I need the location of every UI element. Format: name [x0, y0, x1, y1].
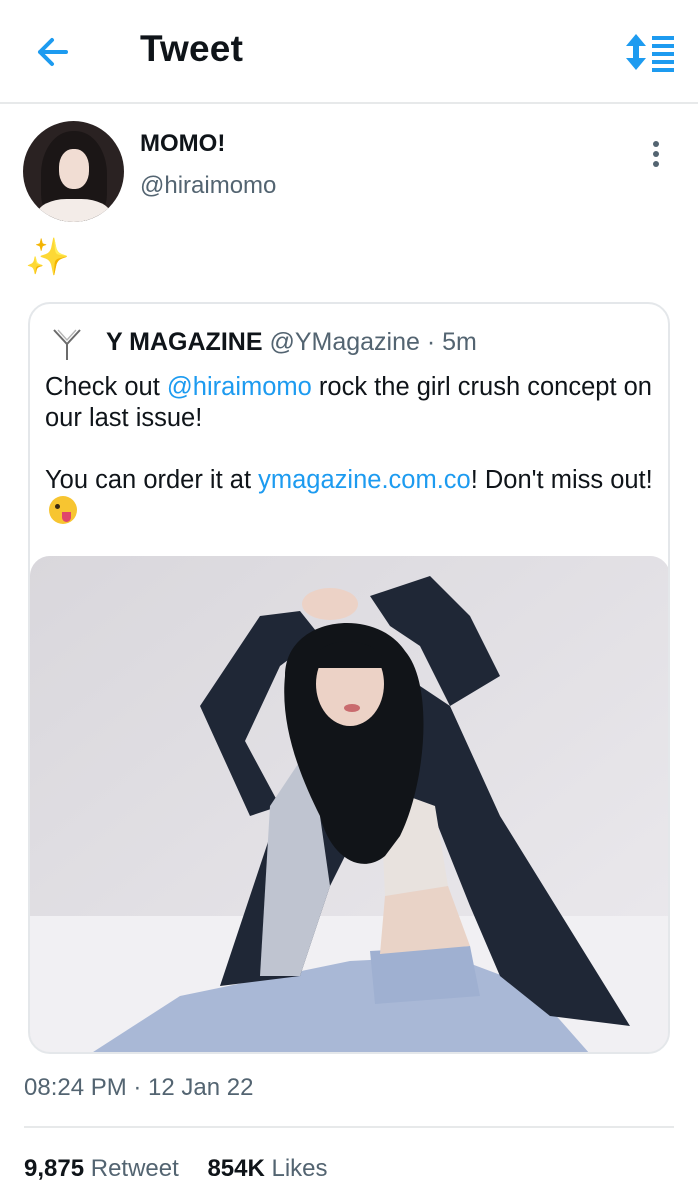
quoted-author-name[interactable]: Y MAGAZINE — [106, 328, 263, 356]
app-header: Tweet — [0, 0, 698, 104]
quoted-tweet-header: Y MAGAZINE @YMagazine · 5m — [106, 328, 477, 357]
likes-stat[interactable]: 854K Likes — [207, 1155, 327, 1182]
divider — [24, 1126, 674, 1128]
meta-separator: · — [426, 328, 436, 356]
likes-count: 854K — [207, 1155, 265, 1182]
quoted-tweet-photo[interactable] — [30, 556, 668, 1052]
back-button[interactable] — [30, 30, 78, 74]
quoted-tweet-age: 5m — [442, 328, 477, 356]
page-title: Tweet — [140, 28, 244, 69]
tweet-text: ✨ — [25, 236, 70, 277]
quoted-paragraph-2: You can order it at ymagazine.com.co! Do… — [45, 465, 657, 527]
more-options-button[interactable] — [644, 138, 668, 170]
retweets-label: Retweet — [90, 1155, 179, 1182]
author-handle[interactable]: @hiraimomo — [140, 172, 276, 200]
quoted-author-handle[interactable]: @YMagazine — [269, 328, 419, 356]
more-vertical-icon — [653, 141, 659, 147]
arrow-left-icon — [38, 38, 68, 66]
retweets-stat[interactable]: 9,875 Retweet — [24, 1155, 179, 1182]
y-magazine-logo-icon — [53, 329, 81, 360]
quoted-tweet-body: Check out @hiraimomo rock the girl crush… — [45, 372, 657, 558]
sort-list-icon — [626, 34, 674, 72]
quoted-tweet-card[interactable]: Y MAGAZINE @YMagazine · 5m Check out @hi… — [28, 302, 670, 1054]
photo-image — [30, 556, 668, 1052]
tweet-stats: 9,875 Retweet 854K Likes — [24, 1155, 350, 1183]
author-avatar[interactable] — [23, 121, 124, 222]
sort-button[interactable] — [622, 30, 678, 74]
retweets-count: 9,875 — [24, 1155, 85, 1182]
likes-label: Likes — [271, 1155, 328, 1182]
mention-link[interactable]: @hiraimomo — [167, 373, 312, 401]
author-display-name[interactable]: MOMO! — [140, 130, 225, 158]
quoted-paragraph-1: Check out @hiraimomo rock the girl crush… — [45, 373, 652, 432]
tweet-timestamp: 08:24 PM · 12 Jan 22 — [24, 1074, 254, 1101]
winking-tongue-emoji-icon — [49, 496, 77, 524]
website-link[interactable]: ymagazine.com.co — [258, 466, 471, 494]
